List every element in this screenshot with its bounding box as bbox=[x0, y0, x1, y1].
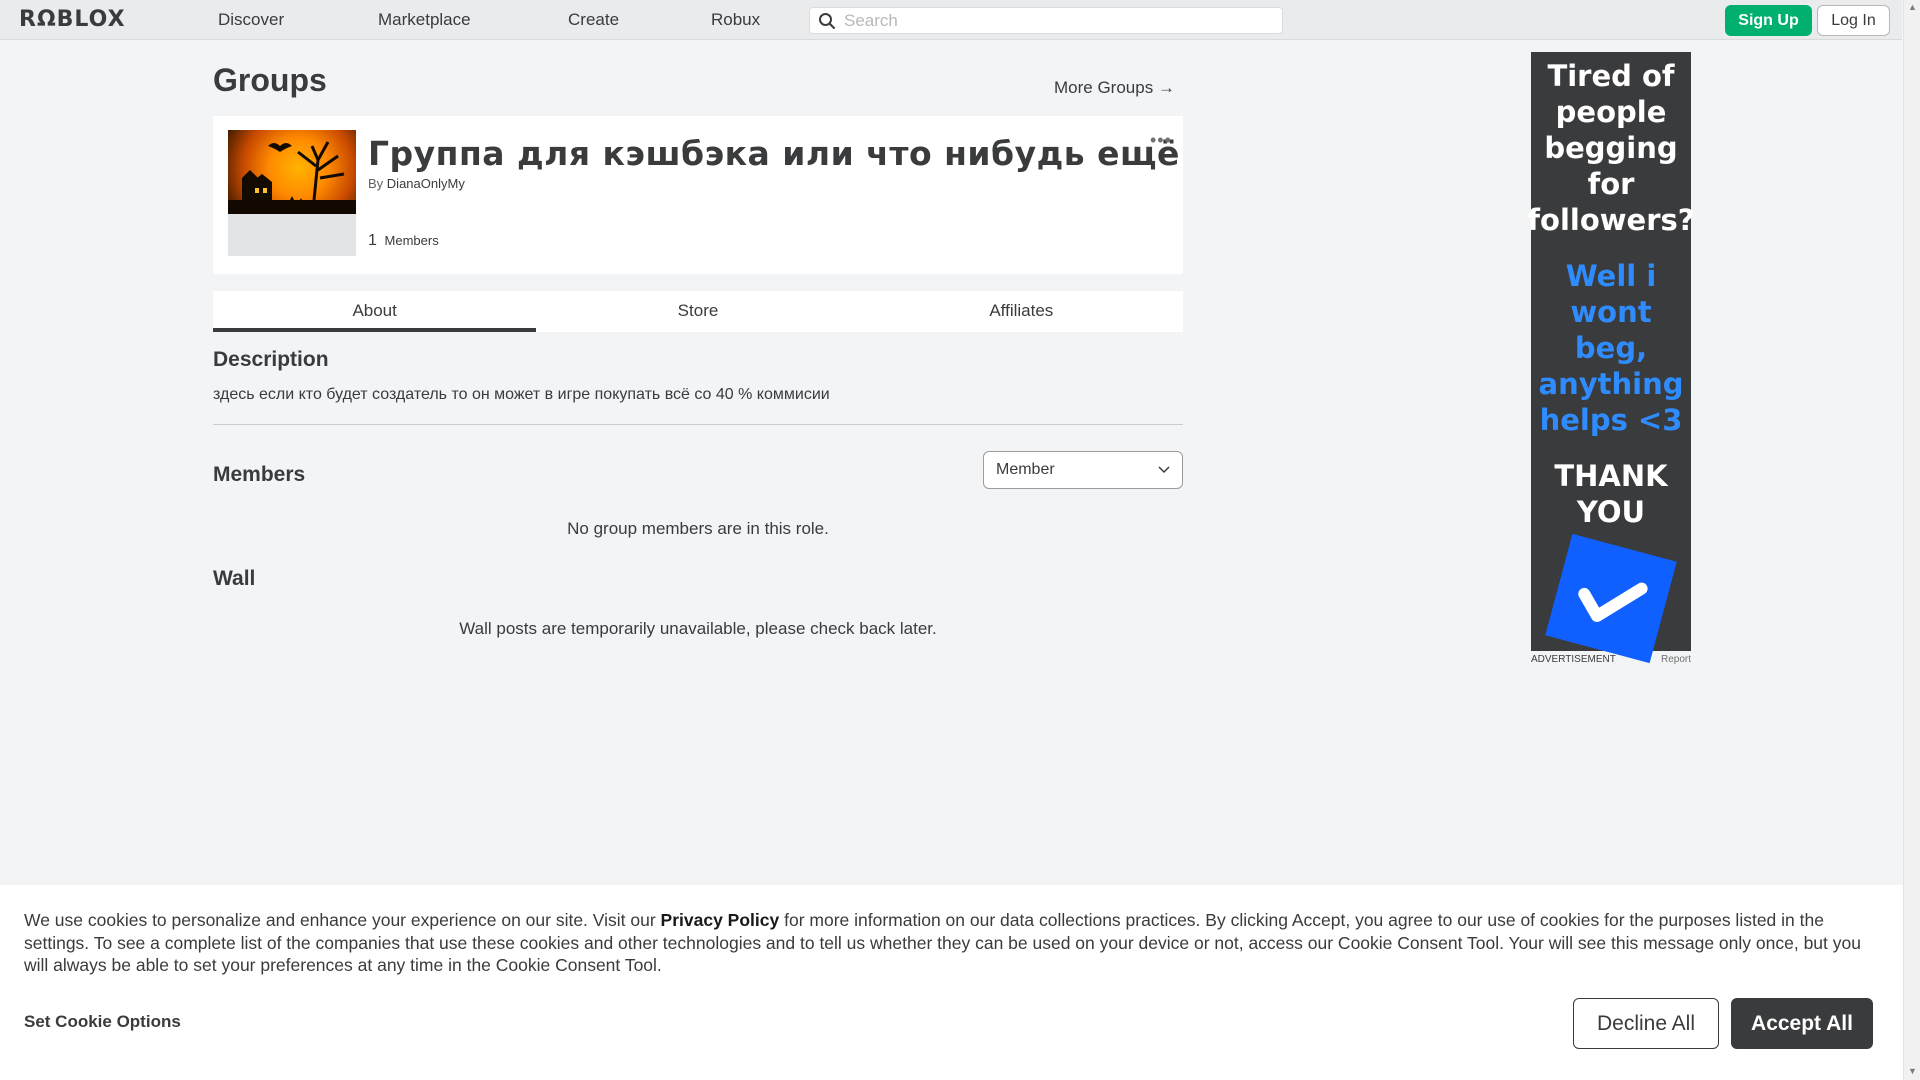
nav-create[interactable]: Create bbox=[568, 10, 619, 30]
ad-label: ADVERTISEMENT bbox=[1531, 654, 1616, 665]
ad-subline: Well i wont beg, anything helps <3 bbox=[1538, 259, 1684, 437]
group-owner-line: By DianaOnlyMy bbox=[368, 176, 465, 191]
nav-discover[interactable]: Discover bbox=[218, 10, 284, 30]
ad-report-link[interactable]: Report bbox=[1661, 654, 1691, 665]
more-groups-link[interactable]: More Groups → bbox=[1054, 78, 1175, 98]
nav-marketplace[interactable]: Marketplace bbox=[378, 10, 471, 30]
ad-thanks: THANK YOU bbox=[1554, 459, 1668, 529]
page-title: Groups bbox=[213, 62, 327, 98]
role-dropdown-value: Member bbox=[996, 461, 1055, 478]
group-member-count: 1 Members bbox=[368, 232, 439, 250]
member-count-value: 1 bbox=[368, 232, 377, 249]
login-button[interactable]: Log In bbox=[1817, 5, 1890, 36]
tab-store[interactable]: Store bbox=[536, 291, 859, 332]
group-tabs: About Store Affiliates bbox=[213, 291, 1183, 332]
tab-affiliates[interactable]: Affiliates bbox=[860, 291, 1183, 332]
by-label: By bbox=[368, 176, 384, 191]
privacy-policy-link[interactable]: Privacy Policy bbox=[661, 910, 780, 930]
members-heading: Members bbox=[213, 463, 306, 486]
search-box[interactable] bbox=[809, 7, 1283, 34]
search-icon bbox=[819, 12, 835, 29]
page-scrollbar[interactable]: ▲ ▼ bbox=[1903, 0, 1920, 1080]
cookie-text-before: We use cookies to personalize and enhanc… bbox=[24, 910, 661, 930]
description-text: здесь если кто будет создатель то он мож… bbox=[213, 386, 830, 403]
nav-robux[interactable]: Robux bbox=[711, 10, 760, 30]
accept-all-button[interactable]: Accept All bbox=[1731, 998, 1873, 1049]
group-owner-link[interactable]: DianaOnlyMy bbox=[387, 176, 465, 191]
member-count-label: Members bbox=[384, 233, 439, 248]
decline-all-button[interactable]: Decline All bbox=[1573, 998, 1719, 1049]
section-divider bbox=[213, 424, 1183, 425]
group-header-card: Группа для кэшбэка или что нибудь ещё By… bbox=[213, 116, 1183, 274]
wall-unavailable-message: Wall posts are temporarily unavailable, … bbox=[459, 619, 937, 638]
halloween-emblem-icon bbox=[228, 141, 356, 214]
cookie-banner: We use cookies to personalize and enhanc… bbox=[0, 885, 1903, 1080]
ad-footer: ADVERTISEMENT Report bbox=[1531, 654, 1691, 665]
wall-heading: Wall bbox=[213, 567, 256, 590]
more-options-icon[interactable]: ••• bbox=[1150, 130, 1172, 151]
checkmark-icon bbox=[1545, 533, 1677, 664]
chevron-down-icon bbox=[1158, 466, 1170, 474]
signup-button[interactable]: Sign Up bbox=[1725, 5, 1812, 36]
search-input[interactable] bbox=[844, 10, 1264, 31]
set-cookie-options-link[interactable]: Set Cookie Options bbox=[24, 1012, 181, 1032]
ad-headline: Tired of people begging for followers? bbox=[1527, 59, 1695, 237]
cookie-message: We use cookies to personalize and enhanc… bbox=[24, 909, 1884, 977]
role-dropdown[interactable]: Member bbox=[983, 451, 1183, 489]
roblox-logo[interactable]: RΩBLOX bbox=[19, 7, 126, 32]
scroll-down-icon[interactable]: ▼ bbox=[1908, 1066, 1917, 1076]
advertisement-banner[interactable]: Tired of people begging for followers? W… bbox=[1527, 52, 1695, 664]
group-name: Группа для кэшбэка или что нибудь ещё bbox=[368, 134, 1180, 173]
scroll-up-icon[interactable]: ▲ bbox=[1908, 2, 1917, 12]
emblem-placeholder bbox=[228, 214, 356, 256]
members-empty-message: No group members are in this role. bbox=[567, 519, 829, 538]
tab-about[interactable]: About bbox=[213, 291, 537, 332]
top-navigation: RΩBLOX Discover Marketplace Create Robux… bbox=[0, 0, 1902, 40]
description-heading: Description bbox=[213, 348, 329, 371]
group-emblem-image bbox=[228, 130, 356, 214]
